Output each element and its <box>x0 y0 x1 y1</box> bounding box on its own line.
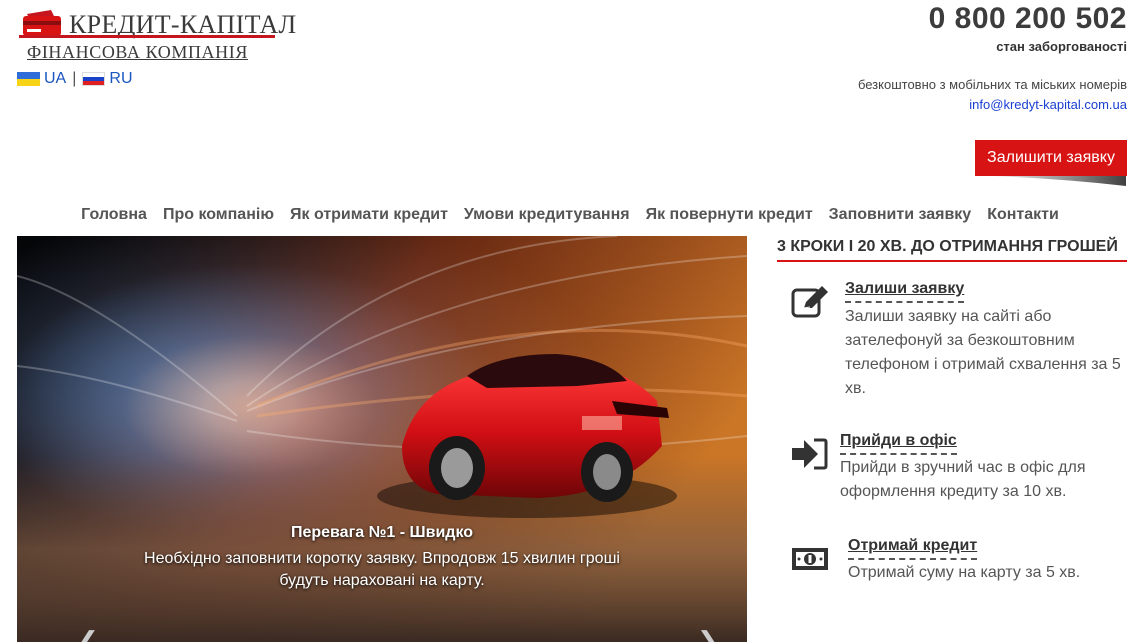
nav-fill-application[interactable]: Заповнити заявку <box>829 206 972 224</box>
slider-prev-arrow[interactable]: ❮ <box>77 628 99 642</box>
step-description: Прийди в зручний час в офіс для оформлен… <box>840 459 1086 500</box>
step-title[interactable]: Прийди в офіс <box>840 432 957 455</box>
nav-credit-terms[interactable]: Умови кредитування <box>464 206 630 224</box>
slider-next-arrow[interactable]: ❯ <box>697 628 719 642</box>
language-switcher: UA | RU <box>17 70 133 88</box>
language-ru-link[interactable]: RU <box>109 70 132 88</box>
step-title[interactable]: Отримай кредит <box>848 537 978 560</box>
step-title[interactable]: Залиши заявку <box>845 280 965 303</box>
slide-caption: Перевага №1 - Швидко Необхідно заповнити… <box>17 524 747 592</box>
slide-caption-title: Перевага №1 - Швидко <box>290 524 474 541</box>
language-ua-link[interactable]: UA <box>44 70 66 88</box>
hotline-phone[interactable]: 0 800 200 502 <box>929 2 1127 36</box>
company-tagline: ФІНАНСОВА КОМПАНІЯ <box>27 42 248 62</box>
russia-flag-icon[interactable] <box>82 72 106 86</box>
money-bill-icon <box>792 548 828 570</box>
steps-heading: 3 КРОКИ І 20 ХВ. ДО ОТРИМАННЯ ГРОШЕЙ <box>777 238 1118 255</box>
logo-underline <box>19 35 275 38</box>
credit-card-logo-icon <box>23 10 61 36</box>
nav-about[interactable]: Про компанію <box>163 206 274 224</box>
phone-purpose-note: стан заборгованості <box>996 39 1127 54</box>
nav-how-to-get-credit[interactable]: Як отримати кредит <box>290 206 448 224</box>
step-description: Залиши заявку на сайті або зателефонуй з… <box>845 308 1121 397</box>
slide-caption-text: Необхідно заповнити коротку заявку. Впро… <box>144 550 620 589</box>
step-description: Отримай суму на карту за 5 хв. <box>848 564 1081 581</box>
button-shadow <box>986 176 1126 186</box>
free-call-note: безкоштовно з мобільних та міських номер… <box>857 77 1127 92</box>
main-navigation: Головна Про компанію Як отримати кредит … <box>0 206 1140 224</box>
nav-how-to-repay[interactable]: Як повернути кредит <box>646 206 813 224</box>
leave-application-button[interactable]: Залишити заявку <box>975 140 1127 176</box>
steps-heading-underline <box>777 260 1127 262</box>
email-link[interactable]: info@kredyt-kapital.com.ua <box>969 97 1127 112</box>
nav-home[interactable]: Головна <box>81 206 147 224</box>
ukraine-flag-icon[interactable] <box>17 72 40 86</box>
company-logo[interactable]: КРЕДИТ-КАПІТАЛ ФІНАНСОВА КОМПАНІЯ <box>17 4 296 64</box>
chevron-right-icon: ❯ <box>697 626 719 642</box>
language-separator: | <box>72 70 77 87</box>
chevron-left-icon: ❮ <box>77 626 99 642</box>
sign-in-arrow-icon <box>792 438 828 470</box>
edit-form-icon <box>791 286 828 318</box>
nav-contacts[interactable]: Контакти <box>987 206 1059 224</box>
